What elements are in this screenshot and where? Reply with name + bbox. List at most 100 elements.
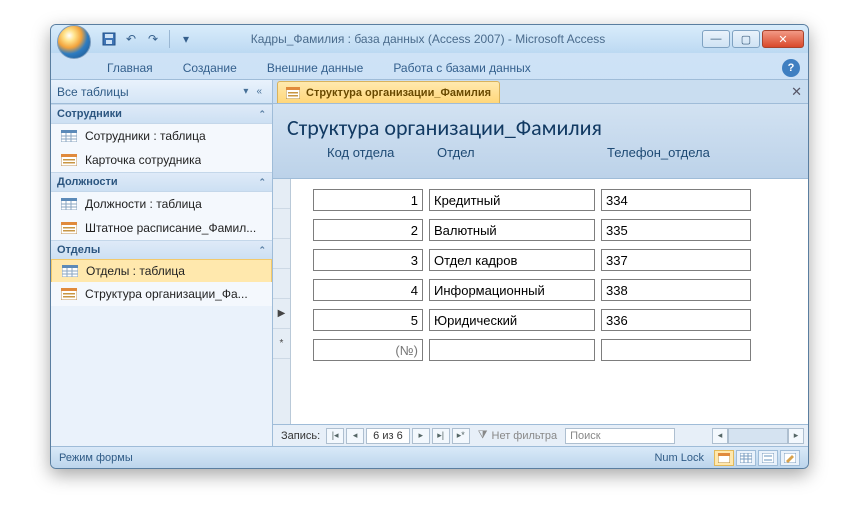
undo-icon[interactable]: ↶: [123, 31, 139, 47]
form-body: ▶* 1 Кредитный 334 2 Валютный 335 3 Отдел кадро…: [273, 179, 808, 424]
hscroll-right-button[interactable]: ▸: [788, 428, 804, 444]
nav-item[interactable]: Сотрудники : таблица: [51, 124, 272, 148]
hscroll-left-button[interactable]: ◂: [712, 428, 728, 444]
record-search-box[interactable]: Поиск: [565, 428, 675, 444]
nav-item-label: Должности : таблица: [85, 197, 202, 211]
data-row: 4 Информационный 338: [291, 275, 808, 305]
qat-customize-icon[interactable]: ▾: [178, 31, 194, 47]
hscroll-track[interactable]: [728, 428, 788, 444]
nav-group-title: Сотрудники: [57, 108, 122, 120]
record-selector[interactable]: [273, 239, 290, 269]
cell-code[interactable]: (№): [313, 339, 423, 361]
column-header-dept: Отдел: [437, 145, 607, 160]
data-row: 1 Кредитный 334: [291, 185, 808, 215]
data-row: 3 Отдел кадров 337: [291, 245, 808, 275]
table-icon: [61, 130, 77, 142]
view-switcher: [714, 450, 800, 466]
document-tab[interactable]: Структура организации_Фамилия: [277, 81, 500, 103]
cell-phone[interactable]: 334: [601, 189, 751, 211]
record-selector[interactable]: ▶: [273, 299, 290, 329]
filter-icon: ⧩: [478, 429, 488, 442]
navigation-pane: Все таблицы ▾ « Сотрудники ⌃ Сотрудники : …: [51, 80, 273, 446]
view-layout-icon[interactable]: [758, 450, 778, 466]
cell-code[interactable]: 4: [313, 279, 423, 301]
form-header: Структура организации_Фамилия Код отдела…: [273, 104, 808, 179]
cell-dept[interactable]: Кредитный: [429, 189, 595, 211]
record-navigator: Запись: |◂ ◂ 6 из 6 ▸ ▸| ▸* ⧩ Нет фильтр…: [273, 424, 808, 446]
cell-phone[interactable]: 338: [601, 279, 751, 301]
data-row: 5 Юридический 336: [291, 305, 808, 335]
nav-item-label: Сотрудники : таблица: [85, 129, 206, 143]
window-controls: — ▢ ✕: [702, 30, 804, 48]
redo-icon[interactable]: ↷: [145, 31, 161, 47]
nav-group-header[interactable]: Отделы ⌃: [51, 240, 272, 260]
document-close-icon[interactable]: ✕: [791, 84, 802, 100]
record-selector-column: ▶*: [273, 179, 291, 424]
record-selector[interactable]: *: [273, 329, 290, 359]
nav-pane-title: Все таблицы: [57, 85, 129, 99]
data-row: 2 Валютный 335: [291, 215, 808, 245]
app-window: ↶ ↷ ▾ Кадры_Фамилия : база данных (Acces…: [50, 24, 809, 469]
table-icon: [61, 198, 77, 210]
cell-phone[interactable]: 336: [601, 309, 751, 331]
record-counter[interactable]: 6 из 6: [366, 428, 410, 444]
view-form-icon[interactable]: [714, 450, 734, 466]
record-first-button[interactable]: |◂: [326, 428, 344, 444]
nav-item[interactable]: Отделы : таблица: [51, 259, 272, 283]
record-selector[interactable]: [273, 269, 290, 299]
record-filter-indicator[interactable]: ⧩ Нет фильтра: [472, 429, 563, 442]
nav-item[interactable]: Должности : таблица: [51, 192, 272, 216]
cell-dept[interactable]: Информационный: [429, 279, 595, 301]
close-button[interactable]: ✕: [762, 30, 804, 48]
nav-group-title: Отделы: [57, 244, 100, 256]
record-next-button[interactable]: ▸: [412, 428, 430, 444]
ribbon-tab-create[interactable]: Создание: [177, 57, 243, 79]
cell-dept[interactable]: [429, 339, 595, 361]
window-title: Кадры_Фамилия : база данных (Access 2007…: [194, 32, 702, 46]
nav-group-header[interactable]: Сотрудники ⌃: [51, 104, 272, 124]
cell-code[interactable]: 5: [313, 309, 423, 331]
ribbon-tab-dbtools[interactable]: Работа с базами данных: [387, 57, 536, 79]
office-button[interactable]: [57, 25, 91, 59]
record-selector[interactable]: [273, 209, 290, 239]
help-icon[interactable]: ?: [782, 59, 800, 77]
column-header-phone: Телефон_отдела: [607, 145, 757, 160]
nav-item[interactable]: Структура организации_Фа...: [51, 282, 272, 306]
cell-dept[interactable]: Отдел кадров: [429, 249, 595, 271]
cell-code[interactable]: 1: [313, 189, 423, 211]
maximize-button[interactable]: ▢: [732, 30, 760, 48]
collapse-icon[interactable]: ⌃: [258, 177, 266, 188]
cell-dept[interactable]: Юридический: [429, 309, 595, 331]
record-selector[interactable]: [273, 179, 290, 209]
cell-phone[interactable]: 337: [601, 249, 751, 271]
column-header-code: Код отдела: [327, 145, 437, 160]
ribbon-tab-external[interactable]: Внешние данные: [261, 57, 370, 79]
cell-code[interactable]: 2: [313, 219, 423, 241]
ribbon-tab-home[interactable]: Главная: [101, 57, 159, 79]
view-design-icon[interactable]: [780, 450, 800, 466]
form-icon: [286, 87, 300, 99]
nav-collapse-icon[interactable]: «: [252, 86, 266, 97]
qat-separator: [169, 30, 170, 48]
cell-phone[interactable]: 335: [601, 219, 751, 241]
record-new-button[interactable]: ▸*: [452, 428, 470, 444]
cell-phone[interactable]: [601, 339, 751, 361]
cell-dept[interactable]: Валютный: [429, 219, 595, 241]
nav-pane-header[interactable]: Все таблицы ▾ «: [51, 80, 272, 104]
cell-code[interactable]: 3: [313, 249, 423, 271]
form-view: Структура организации_Фамилия Код отдела…: [273, 104, 808, 446]
nav-dropdown-icon[interactable]: ▾: [239, 86, 252, 97]
nav-item[interactable]: Карточка сотрудника: [51, 148, 272, 172]
nav-item-label: Штатное расписание_Фамил...: [85, 221, 256, 235]
nav-group-title: Должности: [57, 176, 118, 188]
nav-item-label: Карточка сотрудника: [85, 153, 201, 167]
collapse-icon[interactable]: ⌃: [258, 109, 266, 120]
nav-group-header[interactable]: Должности ⌃: [51, 172, 272, 192]
record-prev-button[interactable]: ◂: [346, 428, 364, 444]
collapse-icon[interactable]: ⌃: [258, 245, 266, 256]
record-last-button[interactable]: ▸|: [432, 428, 450, 444]
minimize-button[interactable]: —: [702, 30, 730, 48]
save-icon[interactable]: [101, 31, 117, 47]
view-datasheet-icon[interactable]: [736, 450, 756, 466]
nav-item[interactable]: Штатное расписание_Фамил...: [51, 216, 272, 240]
